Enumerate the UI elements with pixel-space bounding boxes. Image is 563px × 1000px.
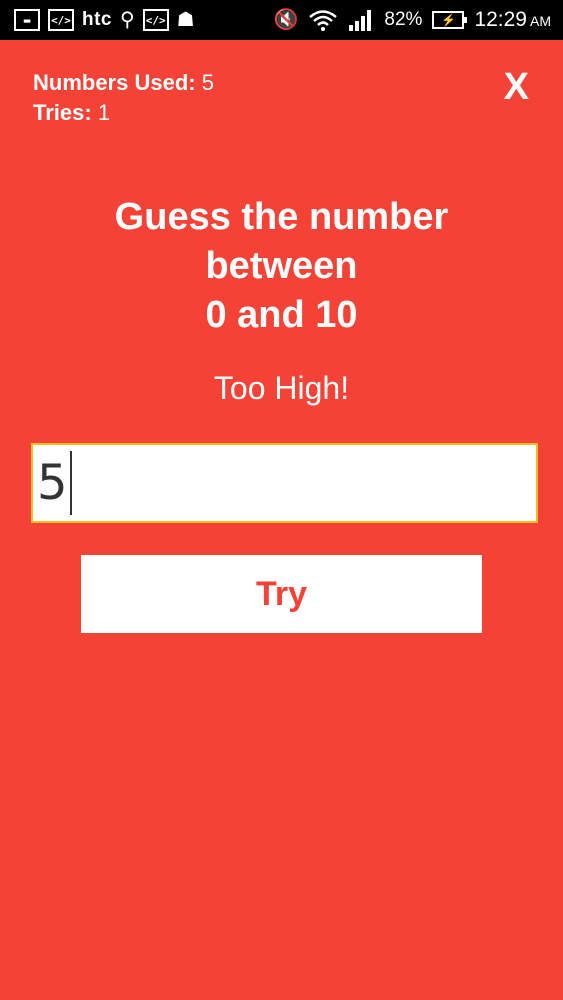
tries-value: 1 [97, 100, 111, 125]
status-left: ▬ </> htc ⚲ </> ☗ [0, 9, 195, 31]
clock: 12:29 AM [474, 8, 551, 32]
numbers-used-row: Numbers Used: 5 [33, 68, 214, 98]
gallery-icon: ▬ [14, 9, 40, 31]
dev-code-icon: </> [48, 9, 74, 31]
numbers-used-value: 5 [201, 70, 214, 95]
heading-line-2: between [205, 245, 358, 287]
text-caret [69, 451, 72, 515]
game-heading: Guess the number between 0 and 10 [0, 193, 563, 340]
battery-percent: 82% [384, 9, 423, 30]
guess-input[interactable]: 5 [31, 443, 538, 523]
clock-ampm: AM [530, 13, 551, 29]
guess-input-value: 5 [37, 455, 68, 511]
heading-line-1: Guess the number [114, 196, 449, 238]
wifi-icon [309, 10, 338, 31]
numbers-used-label: Numbers Used: [33, 70, 196, 95]
game-stats: Numbers Used: 5 Tries: 1 [33, 68, 214, 128]
status-right: 🔇 82% ⚡ 12:29 AM [274, 8, 563, 32]
tries-label: Tries: [33, 100, 92, 125]
try-button[interactable]: Try [81, 555, 482, 633]
mute-icon: 🔇 [273, 9, 299, 31]
clock-time: 12:29 [474, 8, 527, 31]
tries-row: Tries: 1 [33, 98, 214, 128]
feedback-message: Too High! [213, 370, 350, 406]
status-bar: ▬ </> htc ⚲ </> ☗ 🔇 82% ⚡ 12:29 AM [0, 0, 563, 40]
signal-icon [349, 10, 372, 31]
heading-line-3: 0 and 10 [205, 294, 358, 336]
android-icon: ☗ [176, 9, 195, 31]
usb-icon: ⚲ [120, 9, 135, 31]
battery-charging-icon: ⚡ [432, 11, 468, 29]
carrier-label: htc [82, 9, 112, 30]
dev-code-icon: </> [142, 9, 169, 31]
close-button[interactable]: X [504, 66, 529, 109]
